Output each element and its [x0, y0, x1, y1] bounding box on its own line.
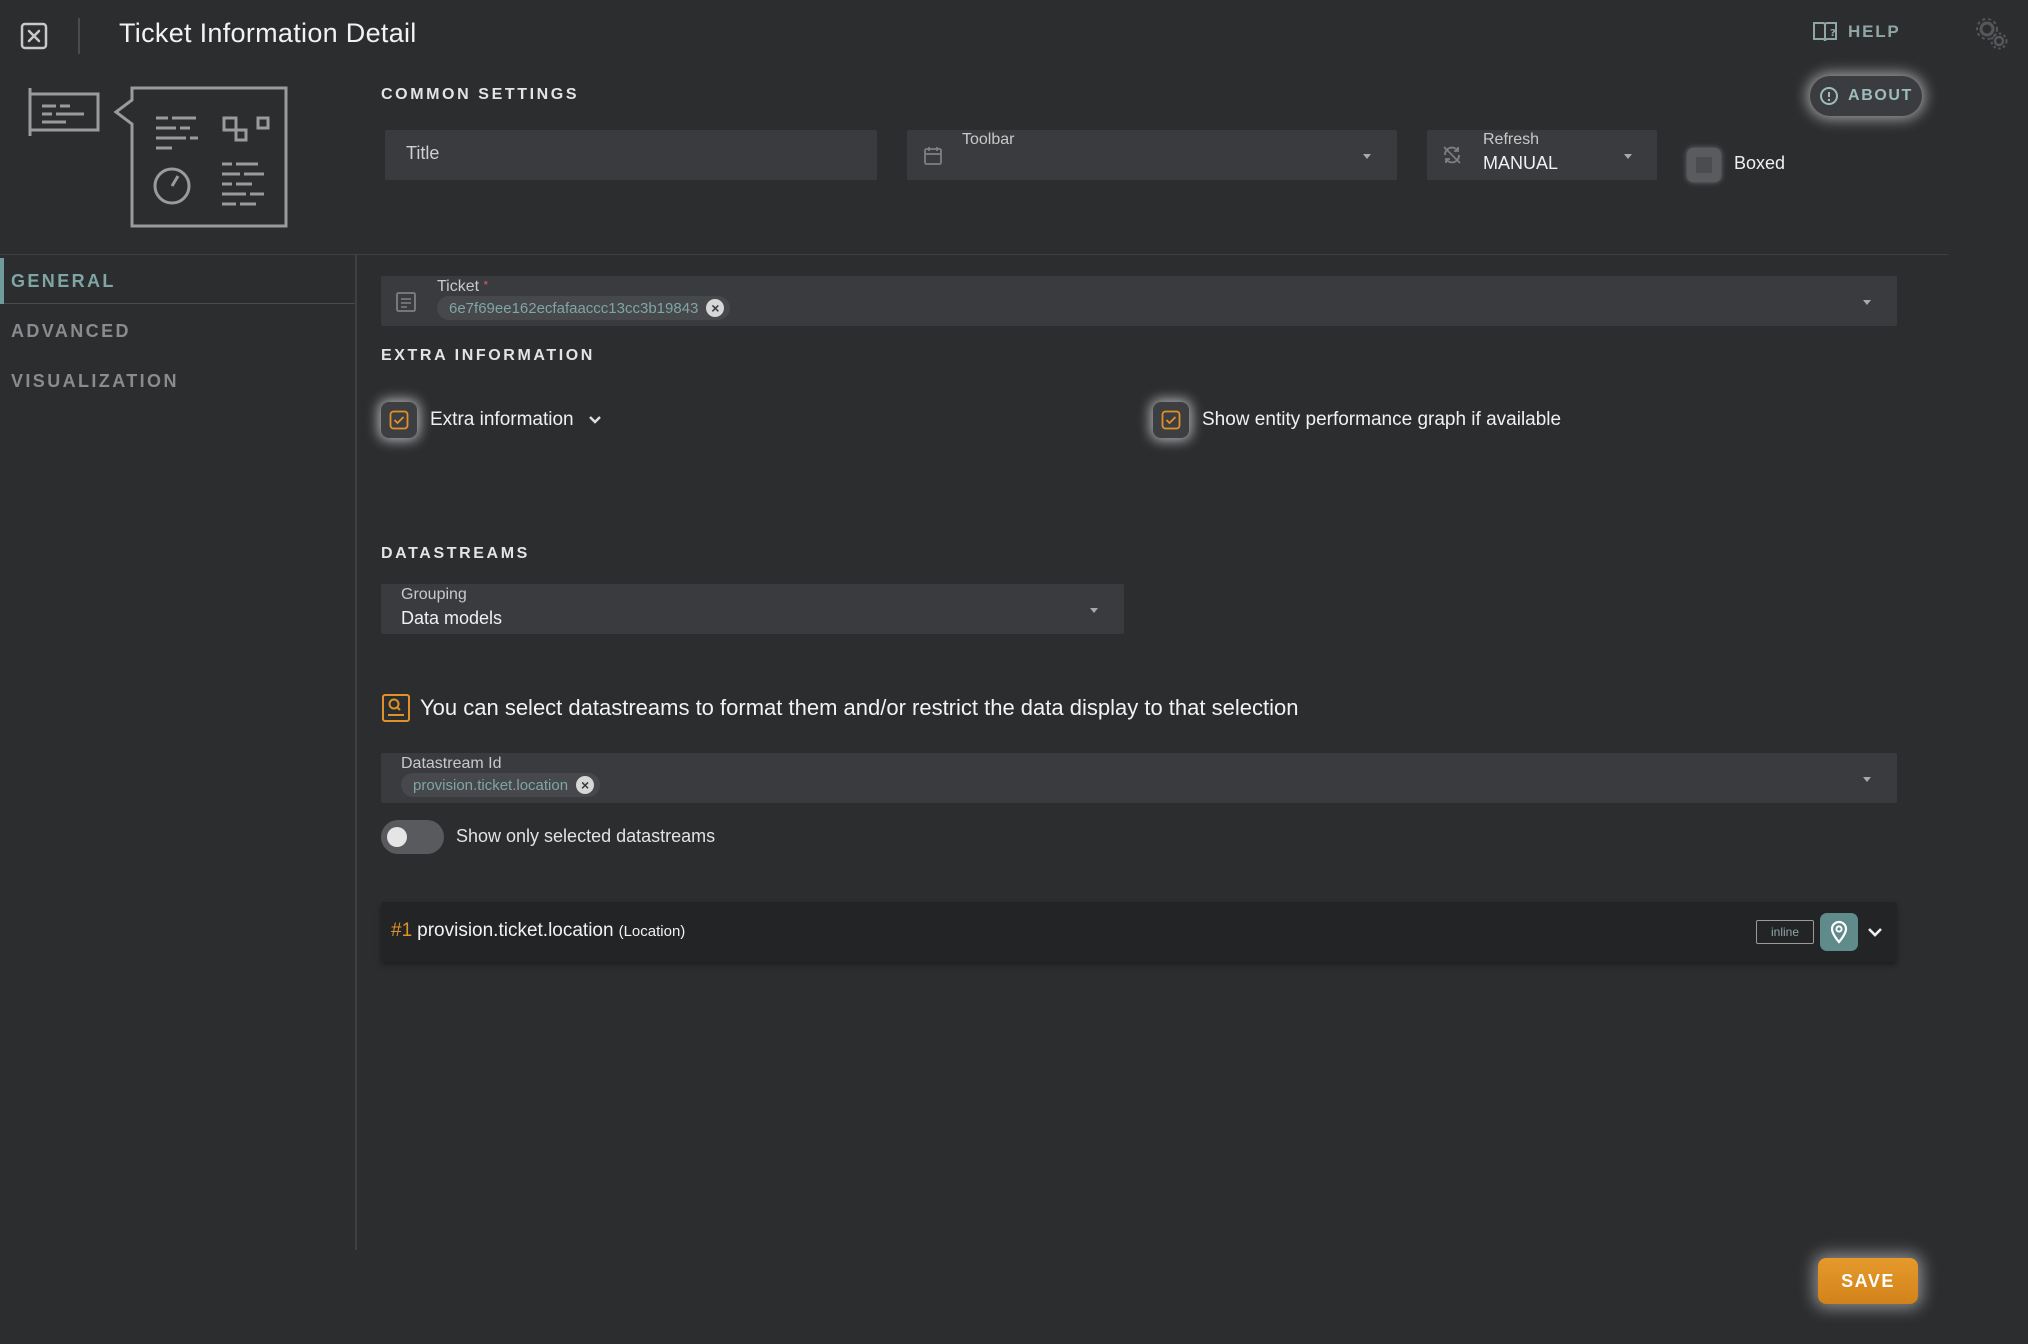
checkbox-checked-icon	[1161, 410, 1181, 430]
caret-down-icon	[1090, 608, 1098, 613]
tab-visualization[interactable]: VISUALIZATION	[11, 371, 179, 392]
ticket-list-icon	[396, 292, 416, 312]
show-selected-label: Show only selected datastreams	[456, 826, 716, 846]
chevron-down-icon[interactable]	[587, 414, 603, 426]
required-mark: *	[483, 278, 489, 292]
grouping-select[interactable]: Grouping Data models	[381, 584, 1124, 634]
widget-illustration	[26, 84, 290, 230]
perf-graph-checkbox[interactable]	[1153, 402, 1189, 438]
caret-down-icon	[1363, 154, 1371, 159]
perf-graph-option: Show entity performance graph if availab…	[1153, 402, 1561, 438]
tab-advanced[interactable]: ADVANCED	[11, 321, 131, 342]
boxed-checkbox[interactable]	[1687, 148, 1721, 182]
datastream-id-label: Datastream Id	[401, 755, 502, 772]
ticket-chip: 6e7f69ee162ecfafaaccc13cc3b19843 ×	[437, 296, 731, 320]
grouping-label: Grouping	[401, 586, 467, 603]
title-input[interactable]: Title	[385, 130, 877, 180]
info-card-icon	[382, 694, 410, 722]
common-settings-title: COMMON SETTINGS	[381, 86, 580, 103]
boxed-label: Boxed	[1734, 153, 1786, 173]
ticket-select[interactable]: Ticket * 6e7f69ee162ecfafaaccc13cc3b1984…	[381, 276, 1897, 326]
ticket-chip-value: 6e7f69ee162ecfafaaccc13cc3b19843	[449, 299, 699, 317]
title-placeholder: Title	[406, 143, 440, 163]
refresh-select[interactable]: Refresh MANUAL	[1427, 130, 1657, 180]
datastreams-title: DATASTREAMS	[381, 545, 530, 562]
page-title: Ticket Information Detail	[119, 18, 417, 48]
nav-divider	[355, 255, 357, 1250]
caret-down-icon	[1863, 777, 1871, 782]
perf-graph-label: Show entity performance graph if availab…	[1202, 409, 1562, 430]
caret-down-icon	[1863, 300, 1871, 305]
datastream-row-title: #1 provision.ticket.location (Location)	[391, 920, 685, 942]
datastream-chip-value: provision.ticket.location	[413, 776, 569, 794]
settings-button[interactable]	[1974, 16, 2010, 52]
toolbar-select[interactable]: Toolbar	[907, 130, 1397, 180]
extra-information-title: EXTRA INFORMATION	[381, 347, 595, 364]
nav-active-indicator	[0, 258, 4, 304]
refresh-label: Refresh	[1483, 131, 1540, 148]
refresh-value: MANUAL	[1483, 153, 1559, 173]
map-pin-icon	[1830, 920, 1848, 944]
extra-information-checkbox[interactable]	[381, 402, 417, 438]
close-button[interactable]	[18, 20, 50, 52]
caret-down-icon	[1624, 154, 1632, 159]
datastream-index: #1	[391, 920, 413, 941]
datastreams-info: You can select datastreams to format the…	[381, 693, 1298, 723]
ticket-label-text: Ticket	[437, 278, 480, 295]
location-format-button[interactable]	[1820, 913, 1858, 951]
calendar-icon	[924, 147, 942, 165]
show-selected-toggle[interactable]	[381, 820, 444, 854]
nav-active-underline	[4, 303, 355, 304]
chip-remove-icon[interactable]: ×	[576, 776, 595, 794]
refresh-icon	[1443, 146, 1461, 164]
book-help-icon: ?	[1813, 22, 1838, 42]
datastreams-info-text: You can select datastreams to format the…	[420, 695, 1299, 720]
chevron-down-icon[interactable]	[1866, 926, 1884, 938]
svg-text:?: ?	[1830, 28, 1838, 39]
info-icon	[1820, 87, 1839, 105]
tab-general[interactable]: GENERAL	[11, 271, 116, 292]
chip-remove-icon[interactable]: ×	[706, 299, 725, 317]
settings-divider	[0, 254, 1948, 255]
about-button[interactable]: ABOUT	[1810, 76, 1922, 116]
extra-information-option: Extra information	[381, 402, 603, 438]
extra-information-label: Extra information	[430, 409, 574, 430]
datastream-row[interactable]: #1 provision.ticket.location (Location) …	[381, 902, 1897, 962]
header-separator	[78, 18, 80, 54]
datastream-chip: provision.ticket.location ×	[401, 773, 601, 797]
datastream-id-select[interactable]: Datastream Id provision.ticket.location …	[381, 753, 1897, 803]
inline-badge: inline	[1756, 920, 1814, 944]
datastream-name: provision.ticket.location	[417, 920, 614, 941]
about-label: ABOUT	[1848, 87, 1913, 104]
toggle-knob	[387, 827, 407, 847]
grouping-value: Data models	[401, 608, 503, 628]
save-button[interactable]: SAVE	[1818, 1258, 1918, 1304]
checkbox-checked-icon	[389, 410, 409, 430]
gears-icon	[1976, 18, 2008, 50]
close-icon	[20, 22, 48, 50]
ticket-widget-icon	[28, 86, 288, 228]
toolbar-label: Toolbar	[962, 131, 1015, 148]
datastream-type: (Location)	[618, 923, 686, 940]
help-label: HELP	[1848, 22, 1901, 41]
help-button[interactable]: ? HELP	[1812, 20, 1901, 44]
ticket-label: Ticket *	[437, 278, 488, 296]
